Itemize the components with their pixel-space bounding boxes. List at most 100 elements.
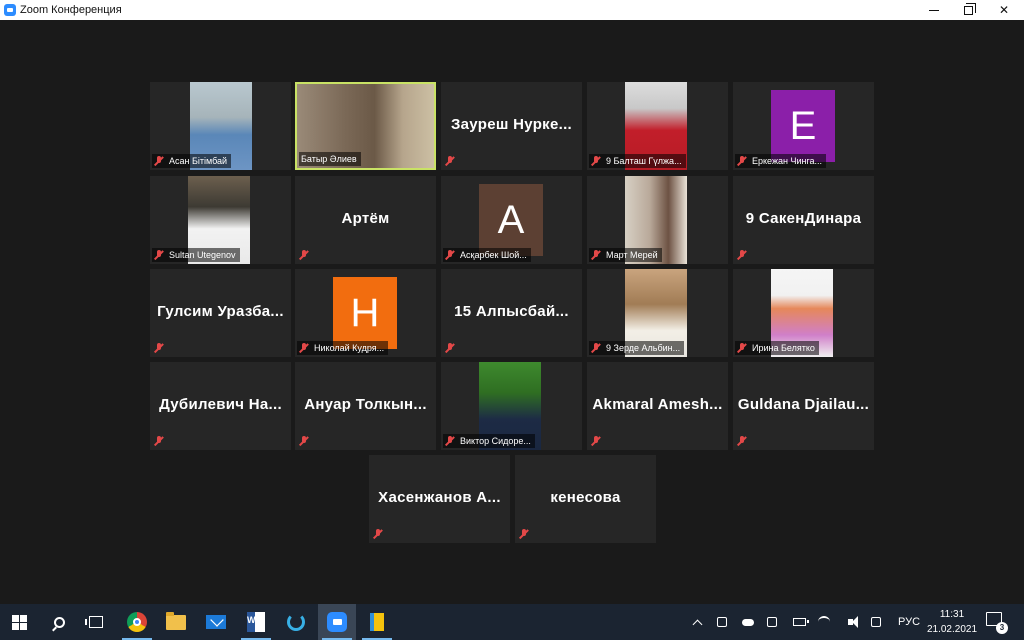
participant-tile[interactable]: E Еркежан Чинга... [733,82,874,170]
chrome-icon [127,612,147,632]
cloud-icon [742,618,754,626]
tray-meet[interactable] [764,604,780,640]
participant-tile[interactable]: Батыр Әлиев [295,82,436,170]
tray-battery[interactable] [790,604,809,640]
taskbar-chrome[interactable] [118,604,156,640]
participant-tile[interactable]: Гулсим Уразба... [150,269,291,357]
chevron-up-icon [692,619,702,629]
language-indicator[interactable]: РУС [896,604,922,640]
close-icon: ✕ [998,3,1010,17]
participant-nametag: Асан Бітімбай [152,154,232,168]
mic-muted-icon [445,343,455,353]
participant-name: кенесова [550,489,621,506]
clock-time: 11:31 [939,609,965,620]
participant-tile[interactable]: Sultan Utegenov [150,176,291,264]
participant-tile[interactable]: Зауреш Нурке... [441,82,582,170]
tray-pen[interactable] [868,604,884,640]
title-bar: Zoom Конференция ✕ [0,0,1024,20]
mic-muted-icon [299,250,309,260]
search-icon [53,616,65,628]
participant-name: 9 Балташ Гүлжа... [606,156,682,166]
participant-name: Хасенжанов А... [378,489,501,506]
show-hidden-icons-button[interactable] [690,604,704,640]
participant-name: Артём [341,210,390,227]
participant-name: Зауреш Нурке... [450,116,573,133]
mic-muted-icon [154,436,164,446]
wifi-icon [818,616,830,628]
participant-tile[interactable]: Ануар Толкын... [295,362,436,450]
participant-tile[interactable]: A Асқарбек Шой... [441,176,582,264]
mic-muted-icon [373,529,383,539]
participant-tile[interactable]: 15 Алпысбай... [441,269,582,357]
taskbar-document-app[interactable] [358,604,396,640]
clock[interactable]: 11:31 21.02.2021 [924,607,980,637]
participant-name: Асан Бітімбай [169,156,228,166]
mic-muted-icon [299,436,309,446]
mic-muted-icon [445,156,455,166]
tray-volume[interactable] [842,604,858,640]
participant-name: Guldana Djailau... [737,396,870,413]
start-icon [11,614,27,630]
mic-muted-icon [154,156,164,166]
tray-onedrive[interactable] [740,604,756,640]
mic-muted-icon [737,436,747,446]
taskbar-word[interactable] [237,604,275,640]
participant-tile[interactable]: 9 Балташ Гүлжа... [587,82,728,170]
participant-tile[interactable]: кенесова [515,455,656,543]
participant-tile[interactable]: Ирина Белятко [733,269,874,357]
restore-button[interactable] [948,0,988,20]
mic-muted-icon [591,436,601,446]
participant-name: Март Мерей [606,250,658,260]
participant-nametag: Виктор Сидоре... [443,434,535,448]
participant-tile[interactable]: Хасенжанов А... [369,455,510,543]
participant-tile[interactable]: Guldana Djailau... [733,362,874,450]
participant-tile[interactable]: H Николай Кудря... [295,269,436,357]
start-button[interactable] [0,604,38,640]
participant-name: Еркежан Чинга... [752,156,823,166]
word-icon [247,612,265,632]
mic-muted-icon [591,250,601,260]
search-button[interactable] [40,604,78,640]
participant-name: Гулсим Уразба... [157,303,284,320]
participant-nametag: 9 Балташ Гүлжа... [589,154,686,168]
participant-tile[interactable]: Akmaral Amesh... [587,362,728,450]
participant-name: Виктор Сидоре... [460,436,531,446]
zoom-icon [327,612,347,632]
participant-name: Батыр Әлиев [301,154,357,164]
participant-name: Николай Кудря... [314,343,385,353]
taskbar-zoom[interactable] [318,604,356,640]
tray-device[interactable] [714,604,730,640]
participant-avatar: A [479,184,543,256]
restore-icon [963,2,976,15]
participant-nametag: Асқарбек Шой... [443,248,531,262]
taskbar-file-explorer[interactable] [157,604,195,640]
tray-wifi[interactable] [816,604,832,640]
participant-nametag: Батыр Әлиев [299,152,361,166]
mic-muted-icon [154,250,164,260]
participant-tile[interactable]: Артём [295,176,436,264]
notification-count-badge: 3 [996,622,1008,634]
close-button[interactable]: ✕ [984,0,1024,20]
participant-nametag: Март Мерей [589,248,662,262]
participant-nametag: Sultan Utegenov [152,248,240,262]
battery-icon [792,618,809,626]
taskbar-mail[interactable] [197,604,235,640]
participant-tile[interactable]: 9 Зерде Альбин... [587,269,728,357]
participant-tile[interactable]: Дубилевич На... [150,362,291,450]
participant-tile[interactable]: 9 СакенДинара [733,176,874,264]
participant-name: 9 Зерде Альбин... [606,343,681,353]
participant-tile[interactable]: Март Мерей [587,176,728,264]
participant-tile[interactable]: Асан Бітімбай [150,82,291,170]
participant-nametag: Николай Кудря... [297,341,389,355]
taskbar-cortana[interactable] [277,604,315,640]
participant-avatar: H [333,277,397,349]
cortana-ring-icon [287,613,305,631]
participant-nametag: Ирина Белятко [735,341,819,355]
document-app-icon [370,613,384,631]
mic-muted-icon [519,529,529,539]
mic-muted-icon [737,343,747,353]
mic-muted-icon [591,156,601,166]
participant-tile[interactable]: Виктор Сидоре... [441,362,582,450]
task-view-button[interactable] [77,604,115,640]
meet-now-icon [767,617,777,627]
